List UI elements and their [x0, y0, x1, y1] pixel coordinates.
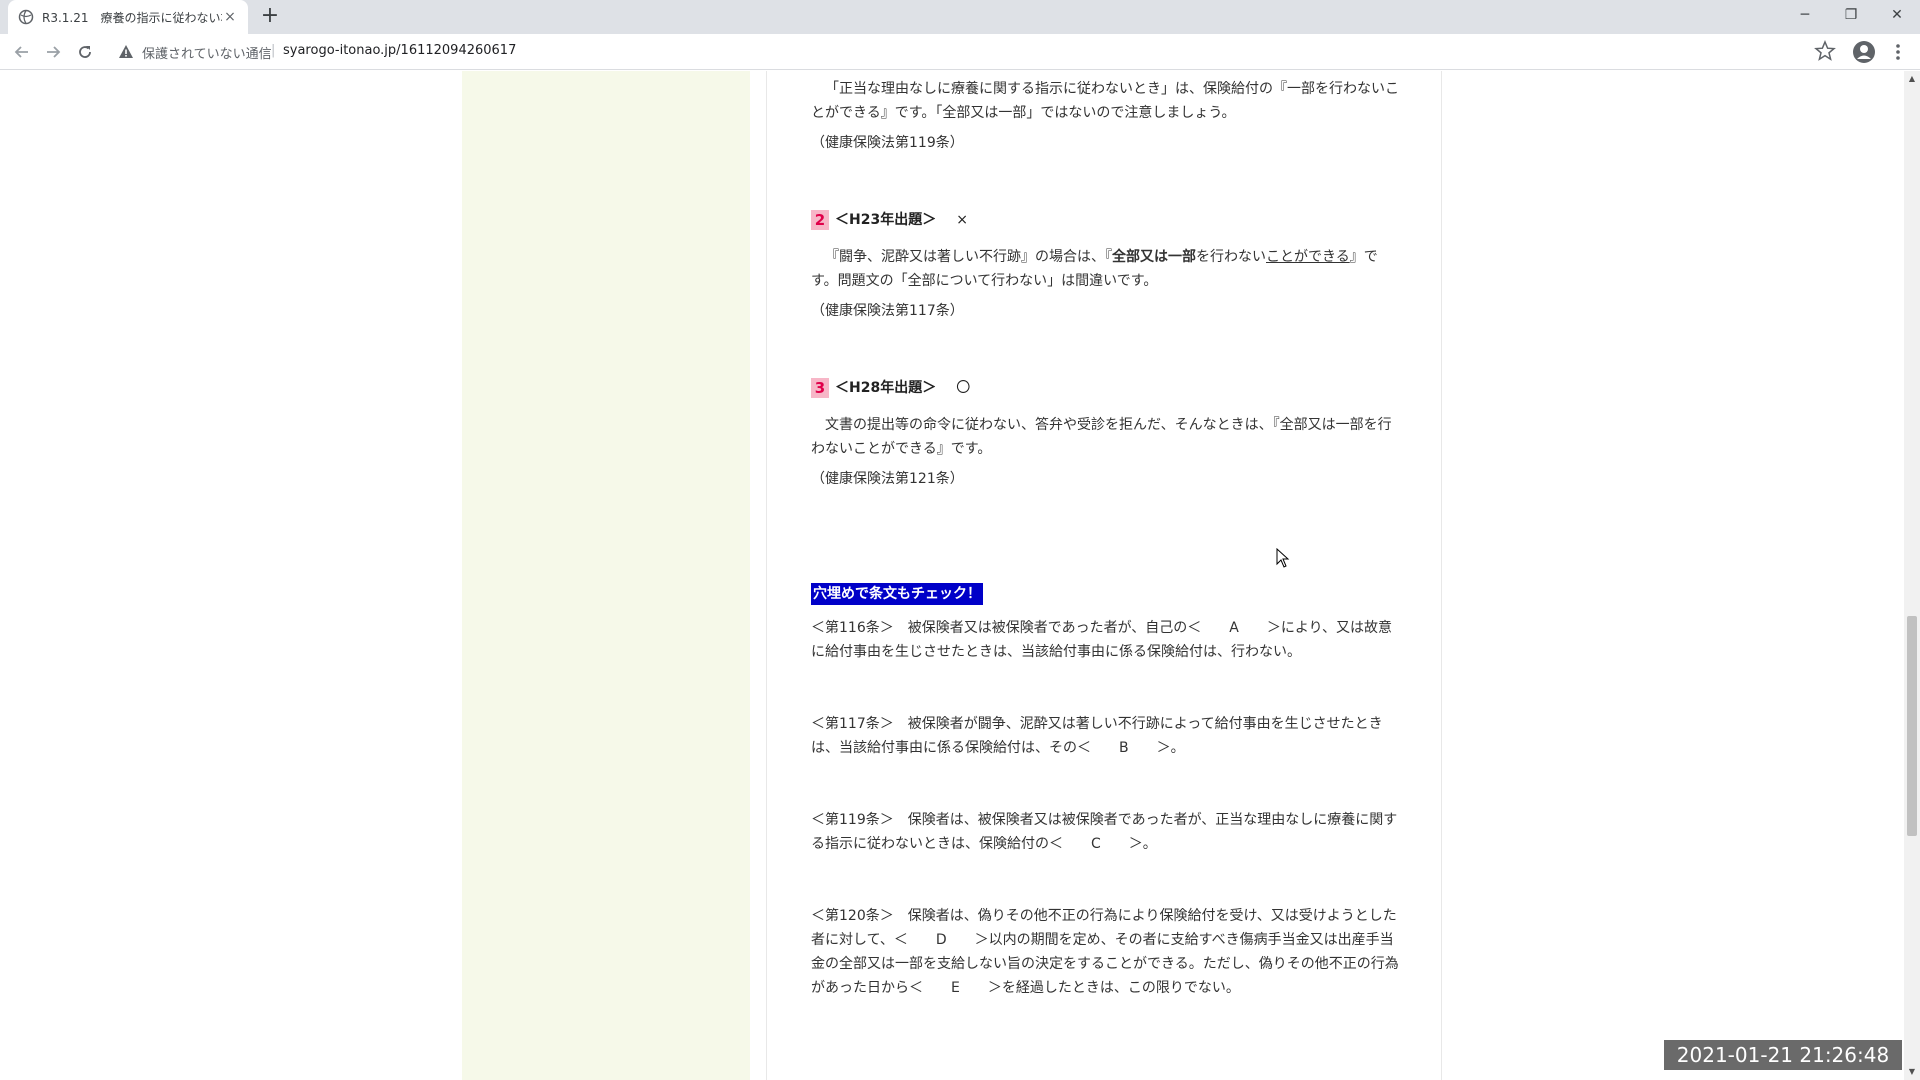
- q2-answer-pre: 『闘争、泥酔又は著しい不行跡』の場合は、『: [825, 249, 1112, 265]
- url-separator: |: [271, 43, 276, 58]
- q1-answer-text: 「正当な理由なしに療養に関する指示に従わないとき」は、保険給付の『一部を行わない…: [811, 81, 1399, 121]
- check-section-title: 穴埋めで条文もチェック！: [811, 583, 983, 605]
- q2-answer-mid: を行わない: [1196, 249, 1266, 265]
- tab-close-icon[interactable]: ×: [222, 9, 238, 25]
- q2-number-badge: 2: [811, 210, 829, 230]
- q2-heading: 2 ＜H23年出題＞ ×: [811, 208, 968, 232]
- back-button[interactable]: [10, 40, 34, 64]
- q2-answer-text: 『闘争、泥酔又は著しい不行跡』の場合は、『全部又は一部を行わないことができる』で…: [811, 245, 1401, 293]
- reload-button[interactable]: [73, 40, 97, 64]
- new-tab-button[interactable]: +: [258, 5, 282, 29]
- bookmark-star-icon[interactable]: [1814, 40, 1836, 62]
- url-text[interactable]: syarogo-itonao.jp/16112094260617: [283, 43, 516, 58]
- arrow-right-icon: [47, 46, 61, 58]
- q3-heading: 3 ＜H28年出題＞ 〇: [811, 376, 970, 400]
- page-scrollbar[interactable]: ▲ ▼: [1904, 71, 1920, 1080]
- q2-heading-text: ＜H23年出題＞: [835, 212, 937, 228]
- scroll-down-arrow-icon[interactable]: ▼: [1904, 1064, 1920, 1080]
- browser-tab-active[interactable]: R3.1.21 療養の指示に従わない場 ×: [8, 0, 248, 34]
- article-119-text: ＜第119条＞ 保険者は、被保険者又は被保険者であった者が、正当な理由なしに療養…: [811, 812, 1398, 852]
- forward-button[interactable]: [41, 40, 65, 64]
- article-117-text: ＜第117条＞ 被保険者が闘争、泥酔又は著しい不行跡によって給付事由を生じさせた…: [811, 716, 1383, 756]
- scroll-up-arrow-icon[interactable]: ▲: [1904, 71, 1920, 87]
- arrow-left-icon: [14, 46, 28, 58]
- q2-answer-mark: ×: [956, 212, 968, 228]
- recording-timestamp: 2021-01-21 21:26:48: [1664, 1040, 1902, 1070]
- minimize-button[interactable]: ─: [1782, 0, 1828, 30]
- security-status-label[interactable]: 保護されていない通信: [142, 43, 272, 62]
- reload-icon: [79, 46, 91, 58]
- close-window-button[interactable]: ✕: [1874, 0, 1920, 30]
- warning-icon[interactable]: [118, 44, 134, 60]
- profile-avatar-icon[interactable]: [1852, 40, 1876, 64]
- tab-title: R3.1.21 療養の指示に従わない場: [42, 10, 222, 25]
- q3-answer-mark: 〇: [956, 380, 971, 396]
- globe-icon: [18, 9, 34, 25]
- q3-answer-text: 文書の提出等の命令に従わない、答弁や受診を拒んだ、そんなときは、『全部又は一部を…: [811, 417, 1392, 457]
- q1-reference: （健康保険法第119条）: [811, 135, 964, 151]
- article-120-text: ＜第120条＞ 保険者は、偽りその他不正の行為により保険給付を受け、又は受けよう…: [811, 908, 1399, 996]
- q3-number-badge: 3: [811, 378, 829, 398]
- sidebar-column: [462, 71, 750, 1080]
- browser-toolbar: 保護されていない通信 | syarogo-itonao.jp/161120942…: [0, 34, 1920, 70]
- mouse-cursor-icon: [1276, 547, 1290, 568]
- q2-reference: （健康保険法第117条）: [811, 303, 964, 319]
- q3-reference: （健康保険法第121条）: [811, 471, 964, 487]
- q2-answer-bold: 全部又は一部: [1112, 249, 1196, 265]
- browser-menu-icon[interactable]: [1890, 42, 1906, 62]
- q2-answer-underline: ことができる: [1266, 249, 1350, 265]
- restore-button[interactable]: ❐: [1828, 0, 1874, 30]
- page-viewport: 「正当な理由なしに療養に関する指示に従わないとき」は、保険給付の『一部を行わない…: [0, 71, 1904, 1080]
- address-bar[interactable]: 保護されていない通信 | syarogo-itonao.jp/161120942…: [110, 38, 1830, 66]
- q3-heading-text: ＜H28年出題＞: [835, 380, 937, 396]
- content-column: 「正当な理由なしに療養に関する指示に従わないとき」は、保険給付の『一部を行わない…: [766, 71, 1442, 1080]
- tab-strip: R3.1.21 療養の指示に従わない場 × + ─ ❐ ✕: [0, 0, 1920, 34]
- article-116-text: ＜第116条＞ 被保険者又は被保険者であった者が、自己の＜ A ＞により、又は故…: [811, 620, 1393, 660]
- scrollbar-thumb[interactable]: [1907, 616, 1917, 836]
